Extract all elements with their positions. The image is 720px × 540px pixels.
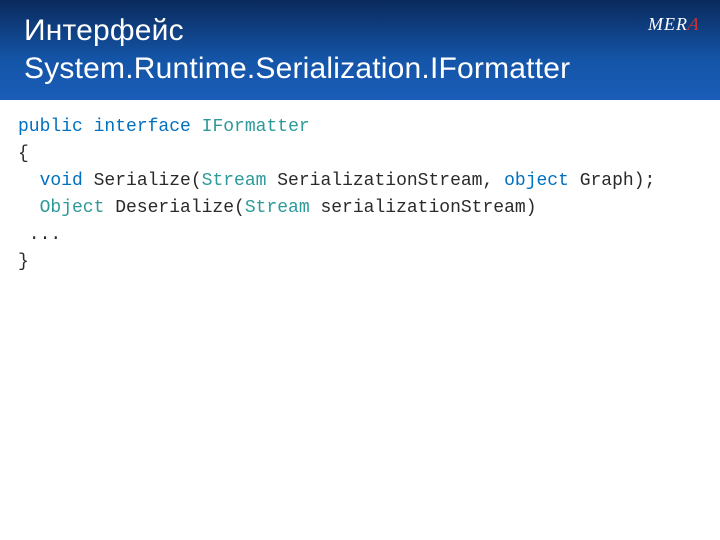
code-block: public interface IFormatter { void Seria… [0, 100, 720, 290]
method-deserialize: Deserialize( [104, 198, 244, 218]
keyword-void: void [40, 171, 83, 191]
param-stream: SerializationStream, [266, 171, 504, 191]
slide-header: Интерфейс System.Runtime.Serialization.I… [0, 0, 720, 100]
param-graph: Graph); [569, 171, 655, 191]
keyword-object: object [504, 171, 569, 191]
title-line-1: Интерфейс [24, 14, 184, 47]
code-line-4: Object Deserialize(Stream serializationS… [18, 195, 702, 222]
method-serialize: Serialize( [83, 171, 202, 191]
logo-text: MER [648, 14, 688, 34]
keyword-interface: interface [94, 117, 191, 137]
code-line-1: public interface IFormatter [18, 114, 702, 141]
title-line-2: System.Runtime.Serialization.IFormatter [24, 52, 570, 85]
type-stream-1: Stream [202, 171, 267, 191]
code-line-3: void Serialize(Stream SerializationStrea… [18, 168, 702, 195]
code-line-5: ... [18, 222, 702, 249]
slide-title: Интерфейс System.Runtime.Serialization.I… [24, 12, 696, 87]
mera-logo: MERA [648, 14, 700, 35]
ellipsis: ... [29, 225, 61, 245]
param-deserialize: serializationStream) [310, 198, 537, 218]
keyword-public: public [18, 117, 83, 137]
logo-accent: A [686, 14, 702, 35]
type-iformatter: IFormatter [202, 117, 310, 137]
type-stream-2: Stream [245, 198, 310, 218]
type-object: Object [40, 198, 105, 218]
code-line-2: { [18, 141, 702, 168]
code-line-6: } [18, 249, 702, 276]
